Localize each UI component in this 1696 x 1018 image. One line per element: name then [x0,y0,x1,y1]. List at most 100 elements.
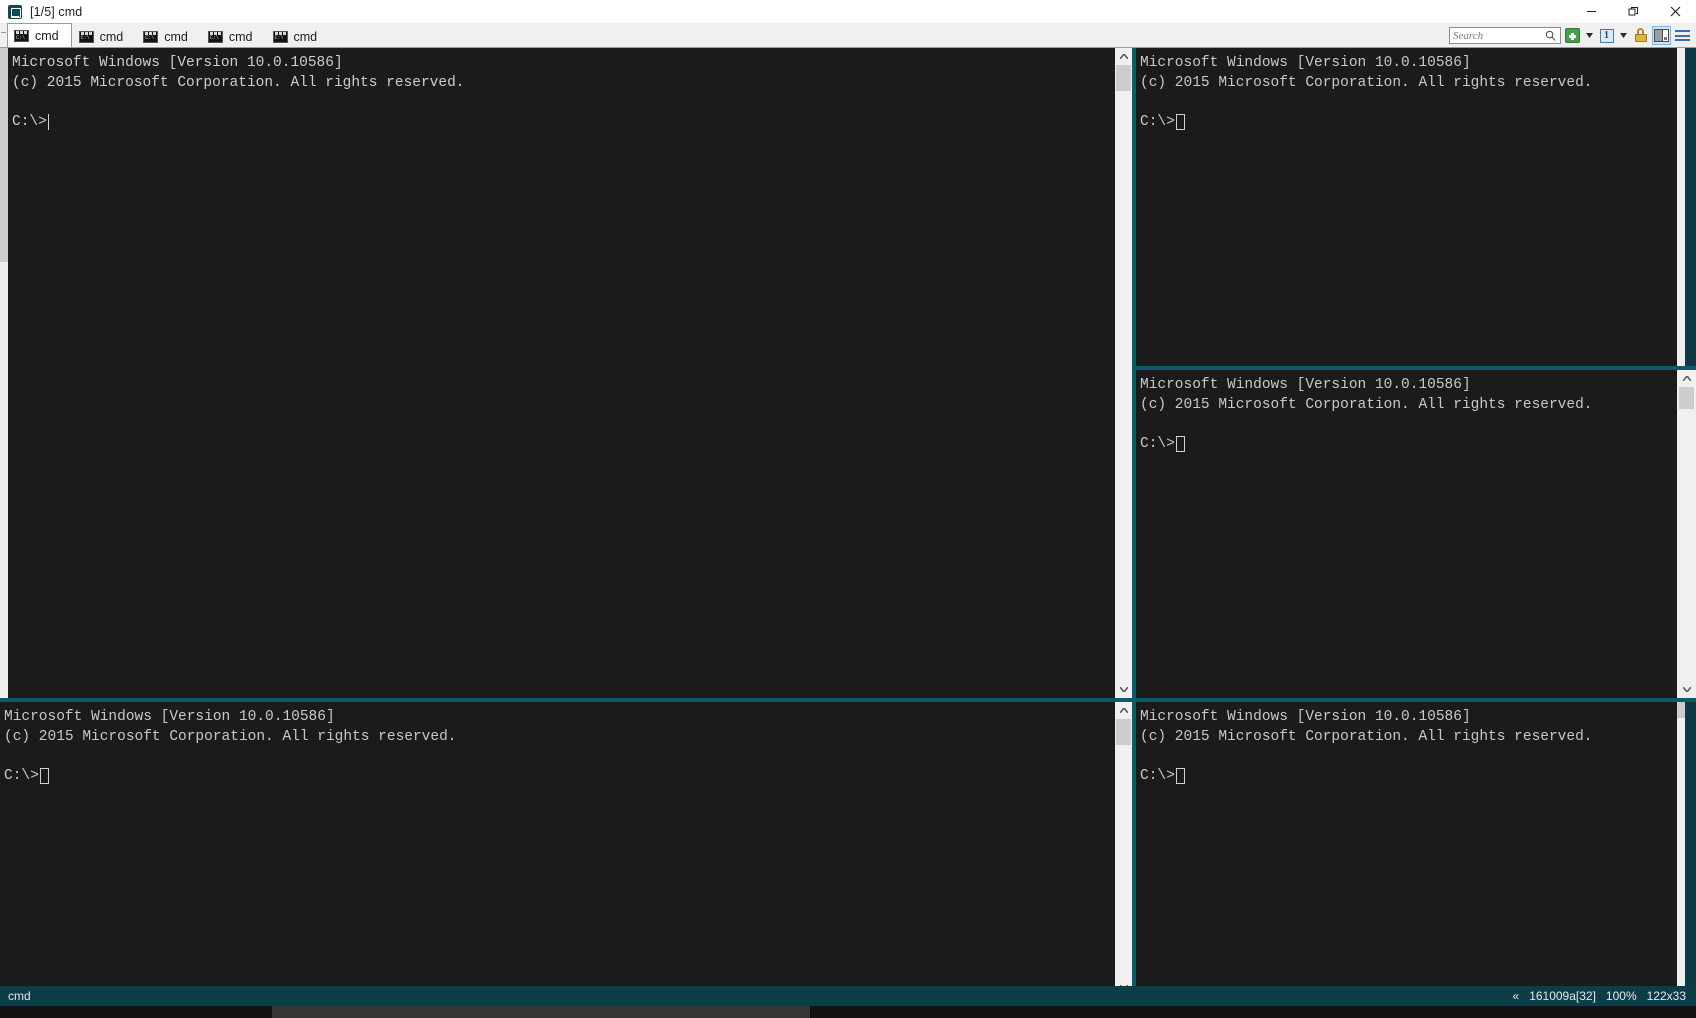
console-prompt-line: C:\> [4,767,1115,787]
tab-bar: cmd cmd cmd cmd cmd [0,23,1696,48]
console-line-2: (c) 2015 Microsoft Corporation. All righ… [1140,396,1593,413]
new-console-dropdown[interactable] [1584,26,1595,45]
scrollbar-thumb[interactable] [1116,65,1131,91]
status-zoom: 100% [1605,989,1637,1003]
middle-right-pane-scrollbar[interactable] [1677,370,1696,698]
scrollbar-thumb[interactable] [1679,387,1694,409]
console-line-2: (c) 2015 Microsoft Corporation. All righ… [12,74,465,91]
desktop-taskbar [0,1006,1696,1018]
status-console-name: cmd [8,989,31,1003]
scroll-up-arrow[interactable] [1678,370,1695,387]
console-pane-top-left[interactable]: Microsoft Windows [Version 10.0.10586] (… [8,48,1115,698]
tab-cmd-4[interactable]: cmd [200,24,266,48]
console-prompt-line: C:\> [1140,113,1677,133]
console-output: Microsoft Windows [Version 10.0.10586] (… [1136,370,1677,698]
scrollbar-track[interactable] [1115,719,1132,979]
console-line-1: Microsoft Windows [Version 10.0.10586] [1140,709,1471,725]
console-grid: Microsoft Windows [Version 10.0.10586] (… [0,48,1696,996]
tab-label: cmd [164,29,188,44]
restore-button[interactable] [1612,0,1654,23]
tab-label: cmd [99,29,124,44]
green-plus-icon [1565,28,1580,43]
console-line-1: Microsoft Windows [Version 10.0.10586] [12,55,343,71]
chevron-down-icon [1586,33,1593,38]
console-tab-icon [207,30,223,43]
text-cursor [1175,768,1185,785]
console-prompt-line: C:\> [1140,435,1677,455]
scrollbar-track[interactable] [1678,387,1695,681]
scroll-up-arrow[interactable] [1115,48,1132,65]
console-tab-icon [143,30,159,43]
window-controls [1570,0,1696,23]
tab-label: cmd [228,29,253,44]
console-tab-icon [78,30,94,43]
chevron-down-icon [1620,33,1627,38]
status-info: « 161009a[32] 100% 122x33 [1513,989,1693,1003]
console-pane-bottom-left[interactable]: Microsoft Windows [Version 10.0.10586] (… [0,702,1115,996]
active-console-dropdown[interactable] [1618,26,1629,45]
console-pane-bottom-right[interactable]: Microsoft Windows [Version 10.0.10586] (… [1136,702,1677,996]
close-button[interactable] [1654,0,1696,23]
minimize-button[interactable] [1570,0,1612,23]
toolbar: 1 [1449,23,1692,48]
status-build: 161009a[32] [1529,989,1596,1003]
console-line-2: (c) 2015 Microsoft Corporation. All righ… [1140,728,1593,745]
console-pane-middle-right[interactable]: Microsoft Windows [Version 10.0.10586] (… [1136,370,1677,698]
padlock-icon [1634,28,1648,43]
console-pane-top-right[interactable]: Microsoft Windows [Version 10.0.10586] (… [1136,48,1677,366]
scroll-down-arrow[interactable] [1678,681,1695,698]
number-one-icon: 1 [1599,28,1614,43]
split-pane-icon [1654,29,1669,42]
console-output: Microsoft Windows [Version 10.0.10586] (… [1136,702,1677,996]
console-icon [8,4,22,19]
console-output: Microsoft Windows [Version 10.0.10586] (… [8,48,1115,698]
text-cursor [47,114,50,131]
search-box[interactable] [1449,27,1561,44]
console-prompt: C:\> [12,113,47,130]
console-line-1: Microsoft Windows [Version 10.0.10586] [1140,377,1471,393]
scrollbar-thumb[interactable] [1116,719,1131,745]
search-input[interactable] [1453,29,1545,42]
new-console-button[interactable] [1563,26,1582,45]
tab-cmd-5[interactable]: cmd [265,24,331,48]
console-prompt-line: C:\> [1140,767,1677,787]
scroll-up-arrow[interactable] [1115,702,1132,719]
console-prompt: C:\> [4,767,39,784]
console-tab-icon [14,30,29,42]
top-left-pane-scrollbar[interactable] [1115,48,1132,698]
admin-lock-button[interactable] [1631,26,1650,45]
console-line-1: Microsoft Windows [Version 10.0.10586] [4,709,335,725]
bottom-left-pane-scrollbar[interactable] [1115,702,1132,996]
active-console-button[interactable]: 1 [1597,26,1616,45]
top-right-pane-scrollbar[interactable] [1677,48,1685,366]
console-tab-icon [272,30,288,43]
console-prompt: C:\> [1140,767,1175,784]
tab-cmd-2[interactable]: cmd [71,24,137,48]
console-line-2: (c) 2015 Microsoft Corporation. All righ… [1140,74,1593,91]
search-icon [1545,30,1556,41]
window-title: [1/5] cmd [30,4,83,19]
console-prompt: C:\> [1140,113,1175,130]
main-menu-button[interactable] [1673,26,1692,45]
console-output: Microsoft Windows [Version 10.0.10586] (… [1136,48,1677,366]
status-size: 122x33 [1646,989,1686,1003]
active-pane-edge-scrollbar[interactable] [0,48,8,698]
hamburger-menu-icon [1675,30,1690,41]
split-pane-button[interactable] [1652,26,1671,45]
text-cursor [39,768,49,785]
console-line-1: Microsoft Windows [Version 10.0.10586] [1140,55,1471,71]
scrollbar-track[interactable] [1115,65,1132,681]
text-cursor [1175,114,1185,131]
console-prompt: C:\> [1140,435,1175,452]
status-bar: cmd « 161009a[32] 100% 122x33 [0,986,1696,1006]
tab-label: cmd [35,29,59,43]
scroll-down-arrow[interactable] [1115,681,1132,698]
console-output: Microsoft Windows [Version 10.0.10586] (… [0,702,1115,996]
bottom-right-pane-scrollbar[interactable] [1677,702,1685,996]
console-line-2: (c) 2015 Microsoft Corporation. All righ… [4,728,457,745]
text-cursor [1175,436,1185,453]
conemu-window: [1/5] cmd cmd [0,0,1696,1018]
taskbar-button-group[interactable] [272,1006,810,1018]
tab-cmd-3[interactable]: cmd [136,24,201,48]
tab-cmd-1[interactable]: cmd [7,23,72,48]
